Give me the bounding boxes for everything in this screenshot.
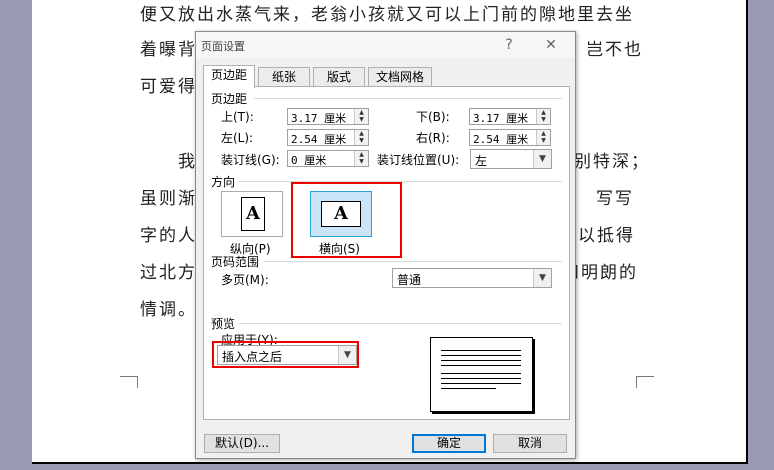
spin-arrows-icon[interactable]: ▲ ▼ bbox=[354, 130, 368, 145]
left-margin-field[interactable]: 2.54 厘米 ▲ ▼ bbox=[287, 129, 369, 146]
default-button[interactable]: 默认(D)... bbox=[204, 434, 280, 453]
tab-margins[interactable]: 页边距 bbox=[203, 65, 255, 88]
preview-page bbox=[430, 337, 533, 412]
page-setup-dialog: 页面设置 ? ✕ 页边距 纸张 版式 文档网格 页边距 上(T): 3.17 厘… bbox=[195, 31, 576, 459]
tab-document-grid[interactable]: 文档网格 bbox=[368, 67, 432, 87]
tab-paper[interactable]: 纸张 bbox=[258, 67, 310, 87]
orientation-group-label: 方向 bbox=[211, 175, 236, 189]
gutter-position-label: 装订线位置(U): bbox=[377, 153, 460, 167]
ok-button[interactable]: 确定 bbox=[412, 434, 486, 453]
bottom-margin-label: 下(B): bbox=[416, 110, 450, 124]
help-icon[interactable]: ? bbox=[498, 35, 520, 55]
spin-arrows-icon[interactable]: ▲ ▼ bbox=[536, 130, 550, 145]
gutter-field[interactable]: 0 厘米 ▲ ▼ bbox=[287, 150, 369, 167]
top-margin-label: 上(T): bbox=[221, 110, 254, 124]
chevron-down-icon[interactable]: ▼ bbox=[533, 150, 551, 168]
divider bbox=[254, 98, 562, 99]
top-margin-value: 3.17 厘米 bbox=[291, 112, 347, 125]
dialog-title: 页面设置 bbox=[201, 40, 245, 53]
cancel-button[interactable]: 取消 bbox=[493, 434, 567, 453]
chevron-down-icon[interactable]: ▼ bbox=[533, 269, 551, 287]
multiple-pages-select[interactable]: 普通 ▼ bbox=[392, 268, 552, 288]
right-margin-value: 2.54 厘米 bbox=[473, 133, 529, 146]
preview-line bbox=[441, 365, 521, 366]
tab-layout[interactable]: 版式 bbox=[313, 67, 365, 87]
doc-line: 以抵得 bbox=[578, 226, 635, 246]
highlight-box bbox=[212, 341, 359, 368]
right-margin-label: 右(R): bbox=[416, 131, 450, 145]
right-margin-field[interactable]: 2.54 厘米 ▲ ▼ bbox=[469, 129, 551, 146]
doc-line: 便又放出水蒸气来，老翁小孩就又可以上门前的隙地里去坐 bbox=[140, 5, 634, 25]
left-margin-value: 2.54 厘米 bbox=[291, 133, 347, 146]
gutter-position-select[interactable]: 左 ▼ bbox=[470, 149, 552, 169]
portrait-page-icon: A bbox=[241, 197, 265, 231]
portrait-option[interactable]: A bbox=[221, 191, 283, 237]
doc-line: 别特深； bbox=[574, 152, 650, 172]
close-icon[interactable]: ✕ bbox=[540, 35, 562, 55]
doc-line: 岂不也 bbox=[586, 40, 643, 60]
spin-arrows-icon[interactable]: ▲ ▼ bbox=[354, 109, 368, 124]
left-margin-label: 左(L): bbox=[221, 131, 254, 145]
spin-arrows-icon[interactable]: ▲ ▼ bbox=[536, 109, 550, 124]
divider bbox=[239, 323, 562, 324]
preview-line bbox=[441, 383, 521, 384]
doc-line: 过北方 bbox=[140, 263, 197, 283]
bottom-margin-field[interactable]: 3.17 厘米 ▲ ▼ bbox=[469, 108, 551, 125]
margins-group-label: 页边距 bbox=[211, 92, 248, 106]
preview-line bbox=[441, 373, 521, 374]
doc-line: 字的人 bbox=[140, 226, 197, 246]
doc-line: 虽则渐 bbox=[140, 189, 197, 209]
preview-line bbox=[441, 378, 521, 379]
preview-line bbox=[441, 388, 496, 389]
multiple-pages-label: 多页(M): bbox=[221, 273, 269, 287]
pages-group-label: 页码范围 bbox=[211, 255, 260, 269]
preview-group-label: 预览 bbox=[211, 317, 236, 331]
preview-line bbox=[441, 350, 521, 351]
crop-mark bbox=[120, 376, 138, 388]
doc-line: 可爱得 bbox=[140, 77, 197, 97]
crop-mark bbox=[636, 376, 654, 388]
gutter-value: 0 厘米 bbox=[291, 154, 327, 167]
spin-arrows-icon[interactable]: ▲ ▼ bbox=[354, 151, 368, 166]
divider bbox=[264, 261, 562, 262]
tab-panel: 页边距 上(T): 3.17 厘米 ▲ ▼ 下(B): 3.17 厘米 ▲ ▼ 左(… bbox=[203, 86, 570, 420]
preview-line bbox=[441, 355, 521, 356]
dialog-titlebar: 页面设置 ? ✕ bbox=[196, 32, 575, 58]
doc-line: 着曝背 bbox=[140, 40, 197, 60]
highlight-box bbox=[291, 182, 402, 258]
gutter-label: 装订线(G): bbox=[221, 153, 280, 167]
gutter-position-value: 左 bbox=[475, 154, 488, 168]
doc-line: 写写 bbox=[596, 189, 634, 209]
top-margin-field[interactable]: 3.17 厘米 ▲ ▼ bbox=[287, 108, 369, 125]
preview-line bbox=[441, 360, 521, 361]
bottom-margin-value: 3.17 厘米 bbox=[473, 112, 529, 125]
multiple-pages-value: 普通 bbox=[397, 273, 422, 287]
doc-line: 情调。 bbox=[140, 300, 197, 320]
